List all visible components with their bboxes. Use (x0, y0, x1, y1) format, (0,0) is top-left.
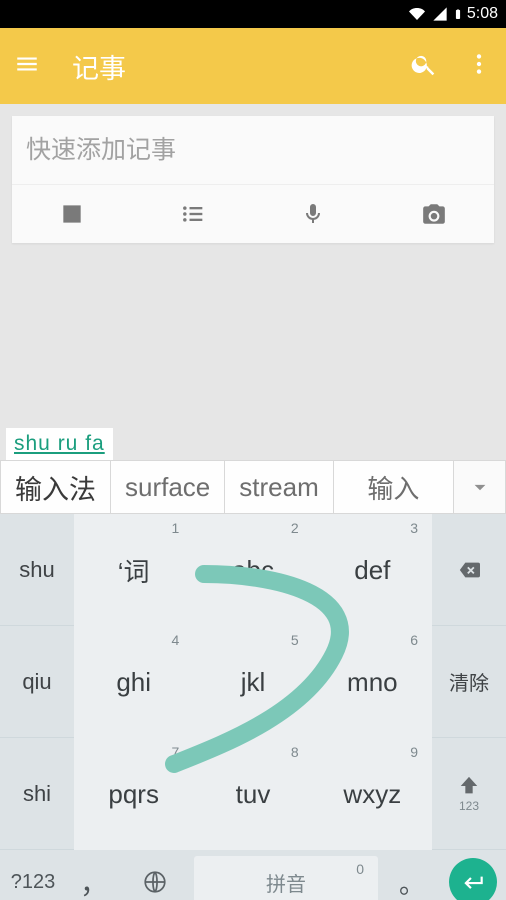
app-bar: 记事 (0, 28, 506, 104)
keypad: 1‘词 2abc 3def 4ghi 5jkl 6mno 7pqrs 8tuv … (74, 514, 432, 850)
main-content: 快速添加记事 shu ru fa (0, 104, 506, 460)
mic-icon (301, 202, 325, 226)
candidate-item[interactable]: surface (111, 461, 225, 513)
clear-key[interactable]: 清除 (432, 626, 506, 738)
composing-text: shu ru fa (6, 428, 113, 460)
key-3[interactable]: 3def (313, 514, 432, 626)
voice-note-button[interactable] (253, 185, 374, 243)
candidate-item[interactable]: stream (225, 461, 333, 513)
bottom-row: ?123 ， 0 拼音 。 (0, 850, 506, 900)
period-key[interactable]: 。 (384, 850, 440, 900)
clock-text: 5:08 (467, 5, 498, 23)
camera-icon (421, 201, 447, 227)
key-6[interactable]: 6mno (313, 626, 432, 738)
key-5[interactable]: 5jkl (193, 626, 312, 738)
symbols-key[interactable]: ?123 (0, 850, 66, 900)
comma-key[interactable]: ， (66, 850, 122, 900)
syllable-key[interactable]: shu (0, 514, 74, 626)
bullet-list-icon (179, 200, 207, 228)
syllable-key[interactable]: qiu (0, 626, 74, 738)
shift-icon (456, 775, 482, 797)
space-key[interactable]: 0 拼音 (194, 856, 378, 900)
photo-note-button[interactable] (374, 185, 495, 243)
list-note-button[interactable] (12, 185, 133, 243)
compose-toolbar (12, 184, 494, 243)
key-2[interactable]: 2abc (193, 514, 312, 626)
syllable-key[interactable]: shi (0, 738, 74, 850)
globe-icon (142, 869, 168, 895)
menu-button[interactable] (14, 51, 40, 82)
candidate-expand-button[interactable] (453, 461, 505, 513)
signal-icon (431, 6, 449, 22)
wifi-icon (407, 6, 427, 22)
overflow-menu-button[interactable] (466, 51, 492, 82)
hamburger-icon (14, 51, 40, 77)
more-vert-icon (466, 51, 492, 77)
page-title: 记事 (72, 47, 126, 86)
key-4[interactable]: 4ghi (74, 626, 193, 738)
battery-icon (453, 5, 463, 23)
right-column: 清除 123 (432, 514, 506, 850)
syllable-column: shu qiu shi (0, 514, 74, 850)
quick-note-placeholder: 快速添加记事 (26, 136, 176, 164)
keyboard: shu qiu shi 1‘词 2abc 3def 4ghi 5jkl 6mno… (0, 514, 506, 850)
shift-key[interactable]: 123 (432, 738, 506, 850)
candidate-row: 输入法 surface stream 输入 (0, 460, 506, 514)
language-key[interactable] (122, 850, 188, 900)
key-9[interactable]: 9wxyz (313, 738, 432, 850)
bullet-list-button[interactable] (133, 185, 254, 243)
candidate-item[interactable]: 输入法 (1, 461, 111, 513)
note-icon (59, 201, 85, 227)
status-bar: 5:08 (0, 0, 506, 28)
key-8[interactable]: 8tuv (193, 738, 312, 850)
search-icon (410, 50, 438, 78)
enter-key[interactable] (440, 850, 506, 900)
backspace-key[interactable] (432, 514, 506, 626)
key-1[interactable]: 1‘词 (74, 514, 193, 626)
quick-note-card: 快速添加记事 (12, 116, 494, 243)
key-7[interactable]: 7pqrs (74, 738, 193, 850)
candidate-item[interactable]: 输入 (334, 461, 453, 513)
quick-note-input[interactable]: 快速添加记事 (12, 116, 494, 184)
enter-icon (460, 869, 486, 895)
search-button[interactable] (410, 50, 438, 83)
chevron-down-icon (467, 474, 493, 500)
backspace-icon (454, 559, 484, 581)
